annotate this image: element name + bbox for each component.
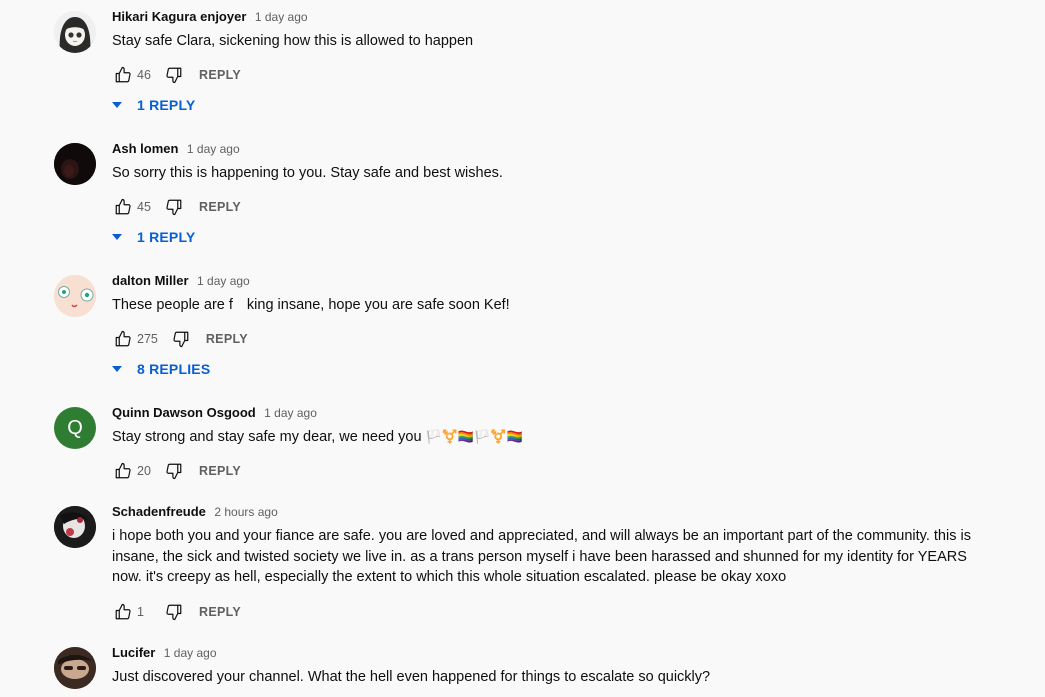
reply-button[interactable]: REPLY: [199, 464, 241, 478]
timestamp[interactable]: 1 day ago: [264, 406, 317, 420]
author-name[interactable]: Hikari Kagura enjoyer: [112, 9, 246, 24]
comment-text-part: These people are f: [112, 297, 233, 313]
like-count: 46: [137, 68, 151, 82]
comment-header: Schadenfreude 2 hours ago: [112, 503, 278, 521]
view-replies-button[interactable]: 1 REPLY: [108, 226, 195, 248]
flag-emojis: 🏳️⚧️🏳️‍🌈🏳️⚧️🏳️‍🌈: [425, 429, 523, 444]
thumbs-down-icon: [166, 67, 182, 84]
avatar[interactable]: [54, 143, 96, 185]
comment-actions: 45 REPLY: [112, 196, 241, 218]
like-button[interactable]: [112, 601, 134, 623]
anime-girl-avatar-icon: [54, 11, 96, 53]
comment-text: i hope both you and your fiance are safe…: [112, 528, 971, 585]
timestamp[interactable]: 1 day ago: [164, 646, 217, 660]
like-button[interactable]: [112, 64, 134, 86]
avatar[interactable]: [54, 11, 96, 53]
cartoon-face-avatar-icon: [54, 275, 96, 317]
avatar-letter: Q: [67, 416, 83, 439]
comment-text-part: king insane, hope you are safe soon Kef!: [246, 297, 510, 313]
author-name[interactable]: Schadenfreude: [112, 504, 206, 519]
thumbs-down-icon: [166, 199, 182, 216]
like-count: 275: [137, 332, 158, 346]
like-count: 1: [137, 605, 144, 619]
dark-photo-avatar-icon: [54, 143, 96, 185]
view-replies-button[interactable]: 8 REPLIES: [108, 358, 210, 380]
comment-header: Hikari Kagura enjoyer 1 day ago: [112, 8, 308, 26]
thumbs-up-icon: [115, 462, 131, 479]
comment-header: Ash lomen 1 day ago: [112, 140, 240, 158]
like-button[interactable]: [112, 460, 134, 482]
dislike-button[interactable]: [170, 328, 192, 350]
comment-header: Lucifer 1 day ago: [112, 644, 217, 662]
dislike-button[interactable]: [163, 196, 185, 218]
thumbs-up-icon: [115, 330, 131, 347]
like-button[interactable]: [112, 328, 134, 350]
thumbs-down-icon: [166, 604, 182, 621]
timestamp[interactable]: 1 day ago: [197, 274, 250, 288]
author-name[interactable]: Ash lomen: [112, 141, 178, 156]
timestamp[interactable]: 1 day ago: [187, 142, 240, 156]
reply-button[interactable]: REPLY: [199, 605, 241, 619]
dislike-button[interactable]: [163, 64, 185, 86]
reply-button[interactable]: REPLY: [199, 68, 241, 82]
comment-header: dalton Miller 1 day ago: [112, 272, 250, 290]
thumbs-down-icon: [166, 463, 182, 480]
comment-text: So sorry this is happening to you. Stay …: [112, 165, 503, 181]
author-name[interactable]: Quinn Dawson Osgood: [112, 405, 256, 420]
avatar[interactable]: [54, 275, 96, 317]
author-name[interactable]: Lucifer: [112, 645, 155, 660]
comment-text-part: Stay strong and stay safe my dear, we ne…: [112, 429, 422, 445]
avatar[interactable]: Q: [54, 407, 96, 449]
dislike-button[interactable]: [163, 601, 185, 623]
comment-text: Stay safe Clara, sickening how this is a…: [112, 33, 474, 49]
comment-text: These people are f king insane, hope you …: [112, 295, 982, 316]
caret-down-icon: [112, 102, 122, 108]
avatar[interactable]: [54, 647, 96, 689]
replies-label: 1 REPLY: [137, 97, 196, 113]
reply-button[interactable]: REPLY: [206, 332, 248, 346]
comment-text: Just discovered your channel. What the h…: [112, 669, 711, 685]
dislike-button[interactable]: [163, 460, 185, 482]
timestamp[interactable]: 2 hours ago: [214, 505, 277, 519]
replies-label: 8 REPLIES: [137, 361, 211, 377]
comment-actions: 20 REPLY: [112, 460, 241, 482]
caret-down-icon: [112, 234, 122, 240]
thumbs-down-icon: [173, 331, 189, 348]
comment-actions: 1 REPLY: [112, 601, 241, 623]
like-count: 20: [137, 464, 151, 478]
view-replies-button[interactable]: 1 REPLY: [108, 94, 195, 116]
like-button[interactable]: [112, 196, 134, 218]
reply-button[interactable]: REPLY: [199, 200, 241, 214]
comment-actions: 46 REPLY: [112, 64, 241, 86]
thumbs-up-icon: [115, 66, 131, 83]
comment-actions: 275 REPLY: [112, 328, 248, 350]
thumbs-up-icon: [115, 603, 131, 620]
author-name[interactable]: dalton Miller: [112, 273, 189, 288]
photo-avatar-icon: [54, 647, 96, 689]
comment-text: Stay strong and stay safe my dear, we ne…: [112, 427, 982, 448]
comment-header: Quinn Dawson Osgood 1 day ago: [112, 404, 317, 422]
photo-avatar-icon: [54, 506, 96, 548]
timestamp[interactable]: 1 day ago: [255, 10, 308, 24]
replies-label: 1 REPLY: [137, 229, 196, 245]
thumbs-up-icon: [115, 198, 131, 215]
avatar[interactable]: [54, 506, 96, 548]
like-count: 45: [137, 200, 151, 214]
caret-down-icon: [112, 366, 122, 372]
